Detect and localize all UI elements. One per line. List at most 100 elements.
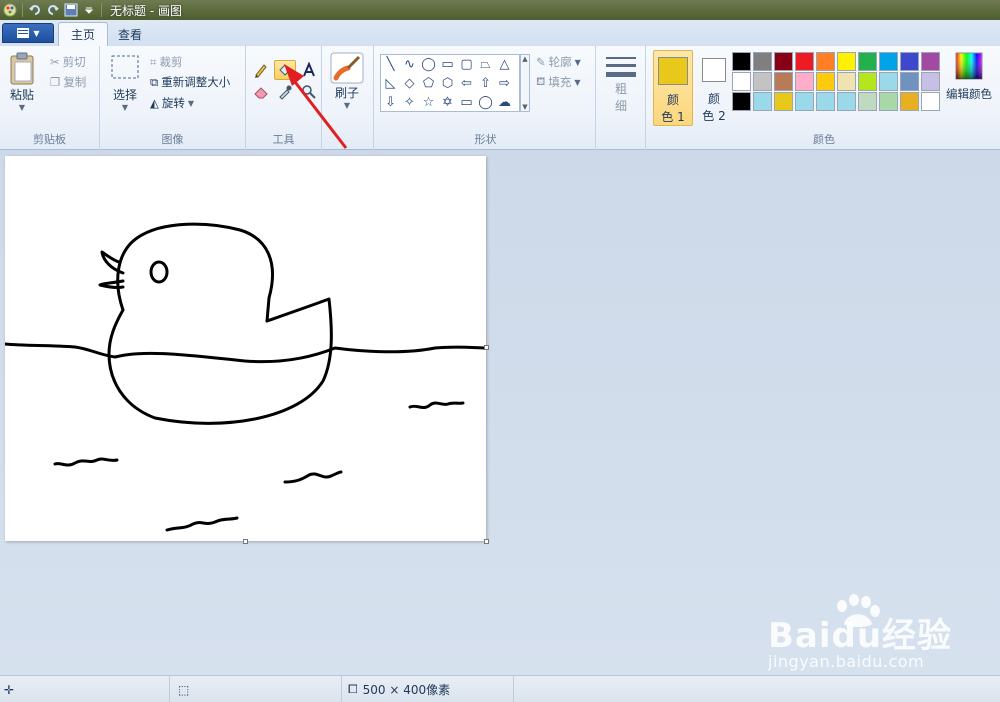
line-shape-icon[interactable]: ╲ — [381, 55, 400, 74]
resize-button[interactable]: ⧉ 重新调整大小 — [150, 74, 230, 90]
tab-home[interactable]: 主页 — [58, 22, 109, 46]
pentagon-shape-icon[interactable]: ⬠ — [419, 74, 438, 93]
eraser-tool[interactable] — [250, 82, 272, 102]
palette-swatch[interactable] — [753, 72, 772, 91]
palette-swatch[interactable] — [900, 72, 919, 91]
oval-shape-icon[interactable]: ◯ — [419, 55, 438, 74]
copy-button[interactable]: ❐ 复制 — [50, 74, 86, 90]
outline-button[interactable]: ✎ 轮廓 ▼ — [536, 54, 581, 70]
size-label-line2: 细 — [614, 99, 627, 113]
select-button[interactable]: 选择 ▼ — [110, 54, 140, 112]
color2-label-line1: 颜 — [707, 92, 720, 106]
palette-swatch[interactable] — [732, 72, 751, 91]
canvas-resize-handle-right[interactable] — [484, 345, 489, 350]
six-point-star-shape-icon[interactable]: ✡ — [438, 93, 457, 112]
window-title: 无标题 - 画图 — [110, 3, 182, 18]
ribbon-tabs: ▼ 主页 查看 — [0, 20, 1000, 46]
palette-swatch[interactable] — [795, 92, 814, 111]
palette-swatch[interactable] — [774, 72, 793, 91]
palette-swatch[interactable] — [879, 72, 898, 91]
pencil-tool[interactable] — [250, 60, 272, 80]
four-point-star-shape-icon[interactable]: ✧ — [400, 93, 419, 112]
resize-icon: ⧉ — [150, 74, 159, 89]
palette-swatch[interactable] — [858, 92, 877, 111]
color2-button[interactable]: 颜 色 2 — [694, 50, 734, 126]
rounded-callout-shape-icon[interactable]: ▭ — [457, 93, 476, 112]
paint-app-icon[interactable] — [2, 2, 18, 18]
outline-icon: ✎ — [536, 55, 546, 69]
rounded-rectangle-shape-icon[interactable]: ▢ — [457, 55, 476, 74]
palette-swatch[interactable] — [879, 92, 898, 111]
hexagon-shape-icon[interactable]: ⬡ — [438, 74, 457, 93]
down-arrow-shape-icon[interactable]: ⇩ — [381, 93, 400, 112]
palette-swatch[interactable] — [732, 92, 751, 111]
rotate-button[interactable]: ◭ 旋转 ▼ — [150, 95, 194, 111]
rotate-icon: ◭ — [150, 96, 159, 110]
right-arrow-shape-icon[interactable]: ⇨ — [495, 74, 514, 93]
palette-swatch[interactable] — [774, 52, 793, 71]
palette-swatch[interactable] — [837, 72, 856, 91]
scroll-down-icon[interactable]: ▼ — [522, 103, 527, 111]
palette-swatch[interactable] — [921, 72, 940, 91]
diamond-shape-icon[interactable]: ◇ — [400, 74, 419, 93]
palette-swatch[interactable] — [837, 52, 856, 71]
palette-swatch[interactable] — [837, 92, 856, 111]
paste-button[interactable]: 粘贴 ▼ — [8, 52, 36, 112]
size-label-line1: 粗 — [614, 82, 627, 96]
rotate-label: 旋转 — [161, 96, 185, 110]
curve-shape-icon[interactable]: ∿ — [400, 55, 419, 74]
watermark-brand: Baidu经验 — [768, 616, 953, 656]
drawing-canvas[interactable] — [3, 156, 488, 541]
undo-icon[interactable] — [27, 2, 43, 18]
paint-menu-button[interactable]: ▼ — [2, 23, 54, 43]
clipboard-group: 粘贴 ▼ ✂ 剪切 ❐ 复制 剪贴板 — [0, 46, 100, 150]
canvas-size: ⧠ 500 × 400像素 — [342, 676, 514, 702]
palette-swatch[interactable] — [921, 92, 940, 111]
palette-swatch[interactable] — [774, 92, 793, 111]
shapes-scrollbar[interactable]: ▲ ▼ — [520, 54, 530, 112]
palette-swatch[interactable] — [732, 52, 751, 71]
redo-icon[interactable] — [45, 2, 61, 18]
palette-swatch[interactable] — [795, 52, 814, 71]
up-arrow-shape-icon[interactable]: ⇧ — [476, 74, 495, 93]
right-triangle-shape-icon[interactable]: ◺ — [381, 74, 400, 93]
crop-button[interactable]: ⌗ 裁剪 — [150, 54, 182, 70]
cloud-callout-shape-icon[interactable]: ☁ — [495, 93, 514, 112]
palette-swatch[interactable] — [753, 92, 772, 111]
palette-swatch[interactable] — [879, 52, 898, 71]
chevron-down-icon: ▼ — [574, 57, 581, 67]
palette-swatch[interactable] — [753, 52, 772, 71]
color1-button[interactable]: 颜 色 1 — [653, 50, 693, 126]
canvas-resize-handle-corner[interactable] — [484, 539, 489, 544]
five-point-star-shape-icon[interactable]: ☆ — [419, 93, 438, 112]
palette-swatch[interactable] — [795, 72, 814, 91]
edit-colors-button[interactable]: 编辑颜色 — [946, 52, 992, 102]
palette-swatch[interactable] — [816, 92, 835, 111]
color-spectrum-icon — [955, 52, 983, 80]
cut-button[interactable]: ✂ 剪切 — [50, 54, 86, 70]
palette-swatch[interactable] — [900, 92, 919, 111]
palette-swatch[interactable] — [816, 72, 835, 91]
canvas-resize-handle-bottom[interactable] — [243, 539, 248, 544]
save-icon[interactable] — [63, 2, 79, 18]
shapes-group: ╲ ∿ ◯ ▭ ▢ ⏢ △ ◺ ◇ ⬠ ⬡ ⇦ ⇧ ⇨ ⇩ ✧ ☆ ✡ ▭ ◯ … — [376, 46, 596, 150]
palette-swatch[interactable] — [900, 52, 919, 71]
left-arrow-shape-icon[interactable]: ⇦ — [457, 74, 476, 93]
color1-label-line1: 颜 — [666, 93, 679, 107]
palette-swatch[interactable] — [858, 72, 877, 91]
triangle-shape-icon[interactable]: △ — [495, 55, 514, 74]
customize-qat-chevron-icon[interactable] — [81, 2, 97, 18]
palette-swatch[interactable] — [816, 52, 835, 71]
annotation-arrow-icon — [284, 64, 348, 149]
color1-label-line2: 色 1 — [661, 110, 685, 124]
menu-icon — [17, 28, 30, 38]
size-button[interactable]: 粗 细 — [605, 54, 637, 114]
polygon-shape-icon[interactable]: ⏢ — [476, 55, 495, 74]
palette-swatch[interactable] — [858, 52, 877, 71]
palette-swatch[interactable] — [921, 52, 940, 71]
tab-view[interactable]: 查看 — [106, 22, 154, 46]
fill-button[interactable]: ⛾ 填充 ▼ — [536, 74, 581, 90]
oval-callout-shape-icon[interactable]: ◯ — [476, 93, 495, 112]
scroll-up-icon[interactable]: ▲ — [522, 55, 527, 63]
rectangle-shape-icon[interactable]: ▭ — [438, 55, 457, 74]
